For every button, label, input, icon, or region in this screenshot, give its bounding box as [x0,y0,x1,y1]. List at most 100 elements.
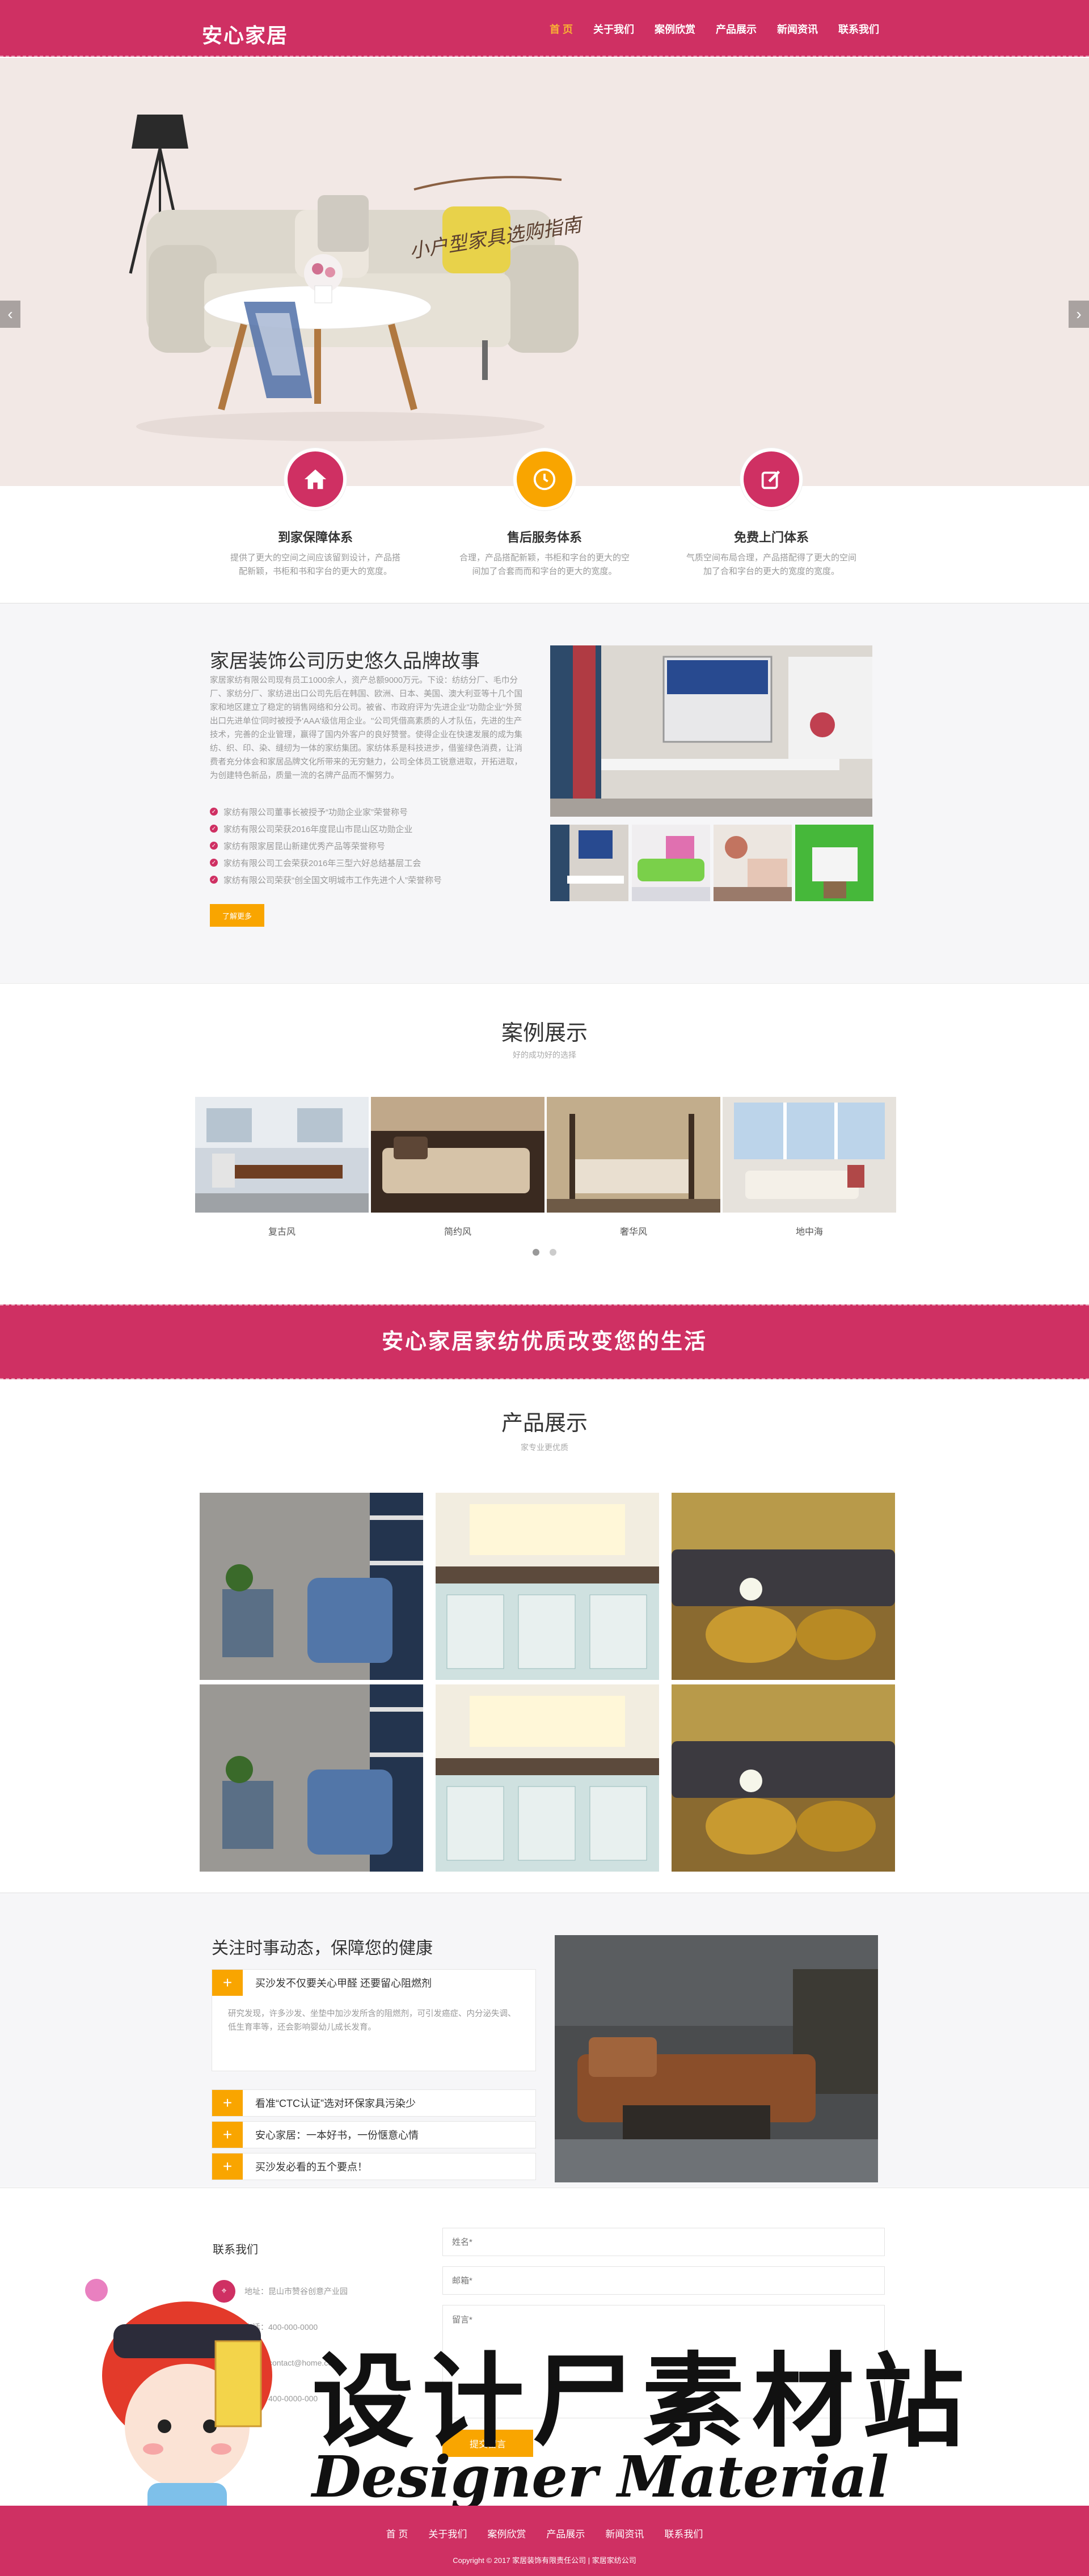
news-photo [555,1935,878,2182]
contact-row: ⌖ 地址：昆山市赞谷创意产业园 [213,2273,348,2309]
case-card[interactable]: 奢华风 [547,1097,720,1238]
news-title: 关注时事动态，保障您的健康 [212,1939,433,1958]
case-image [371,1097,544,1213]
list-item: ✓ 家纺有限公司董事长被授予“功勋企业家”荣誉称号 [210,803,527,820]
nav-home[interactable]: 首 页 [550,22,573,36]
list-item-text: 家纺有限公司董事长被授予“功勋企业家”荣誉称号 [223,807,408,817]
list-item-text: 家纺有限公司工会荣获2016年三型六好总结基层工会 [223,858,421,868]
plus-icon[interactable]: + [212,2090,243,2116]
message-field[interactable] [442,2305,885,2418]
case-image [195,1097,369,1213]
case-card[interactable]: 复古风 [195,1097,369,1238]
edit-icon [740,448,803,510]
honor-list: ✓ 家纺有限公司董事长被授予“功勋企业家”荣誉称号 ✓ 家纺有限公司荣获2016年度… [210,803,527,888]
case-card[interactable]: 地中海 [723,1097,896,1238]
thumbnail[interactable] [550,825,628,901]
product-card[interactable] [436,1684,659,1872]
news-item-title[interactable]: 买沙发必看的五个要点！ [255,2159,368,2174]
clock-icon [513,448,576,510]
nav-cases[interactable]: 案例欣赏 [655,22,695,36]
contact-title: 联系我们 [213,2244,258,2256]
hero-image [0,58,1089,486]
feature-desc: 气质空间布局合理，产品搭配得了更大的空间加了合和字台的更大的宽度的宽度。 [686,553,856,576]
case-label: 地中海 [795,1227,823,1237]
site-footer: 首 页 关于我们 案例欣赏 产品展示 新闻资讯 联系我们 Copyright ©… [0,2506,1089,2576]
chevron-left-icon[interactable]: ‹ [0,301,20,328]
about-section: 家居装饰公司历史悠久品牌故事 家居家纺有限公司现有员工1000余人，资产总额90… [0,603,1089,982]
product-card[interactable] [436,1493,659,1680]
nav-products[interactable]: 产品展示 [716,22,757,36]
news-item[interactable]: + 看准“CTC认证”选对环保家具污染少 [212,2089,536,2117]
news-head[interactable]: + 买沙发不仅要关心甲醛 还要留心阻燃剂 [212,1970,535,1996]
product-card[interactable] [672,1493,895,1680]
check-icon: ✓ [210,808,218,816]
footer-nav-contact[interactable]: 联系我们 [664,2526,703,2540]
slogan-banner: 安心家居家纺优质改变您的生活 [0,1304,1089,1379]
news-item[interactable]: + 买沙发不仅要关心甲醛 还要留心阻燃剂 研究发现，许多沙发、坐垫中加沙发所含的阻… [212,1969,536,2071]
list-item-text: 家纺有限家居昆山新建优秀产品等荣誉称号 [223,841,386,851]
plus-icon[interactable]: + [212,1970,243,1996]
case-card[interactable]: 简约风 [371,1097,544,1238]
nav-news[interactable]: 新闻资讯 [777,22,818,36]
submit-button[interactable]: 提交留言 [442,2430,533,2457]
feature-desc: 提供了更大的空间之间应该留到设计，产品搭配新颖，书柜和书和字台的更大的宽度。 [230,553,400,576]
footer-nav-cases[interactable]: 案例欣赏 [487,2526,526,2540]
list-item: ✓ 家纺有限公司荣获2016年度昆山市昆山区功勋企业 [210,820,527,837]
case-label: 奢华风 [619,1227,647,1237]
news-item-title[interactable]: 买沙发不仅要关心甲醛 还要留心阻燃剂 [255,1975,432,1990]
phone-icon: ☎ [213,2315,235,2338]
news-item-title[interactable]: 看准“CTC认证”选对环保家具污染少 [255,2096,416,2110]
mail-icon: ✉ [213,2351,235,2374]
feature-title: 售后服务体系 [506,530,582,544]
about-main-photo [550,645,872,817]
product-card[interactable] [200,1493,423,1680]
copyright: Copyright © 2017 家居装饰有限责任公司 | 家居家纺公司 [453,2556,636,2565]
nav-contact[interactable]: 联系我们 [838,22,879,36]
product-card[interactable] [672,1684,895,1872]
about-text: 家居家纺有限公司现有员工1000余人，资产总额9000万元。下设：纺纺分厂、毛巾… [210,676,522,780]
news-section: 关注时事动态，保障您的健康 + 买沙发不仅要关心甲醛 还要留心阻燃剂 研究发现，许… [0,1893,1089,2187]
news-accordion: + 买沙发不仅要关心甲醛 还要留心阻燃剂 研究发现，许多沙发、坐垫中加沙发所含的阻… [212,1969,536,2185]
case-label: 简约风 [444,1227,471,1237]
footer-nav-about[interactable]: 关于我们 [428,2526,467,2540]
cases-title: 案例展示 [501,1021,588,1045]
site-header: 安心家居 首 页 关于我们 案例欣赏 产品展示 新闻资讯 联系我们 [0,0,1089,57]
carousel-dot[interactable] [550,1249,556,1256]
feature-title: 免费上门体系 [733,530,809,544]
footer-nav-home[interactable]: 首 页 [386,2526,408,2540]
check-icon: ✓ [210,842,218,850]
contact-text: 邮箱：contact@home.com [244,2358,339,2367]
news-item-title[interactable]: 安心家居：一本好书，一份惬意心情 [255,2127,419,2142]
list-item: ✓ 家纺有限家居昆山新建优秀产品等荣誉称号 [210,837,527,854]
footer-nav-news[interactable]: 新闻资讯 [605,2526,644,2540]
news-head[interactable]: + 买沙发必看的五个要点！ [212,2153,535,2180]
feature-item: 免费上门体系 气质空间布局合理，产品搭配得了更大的空间加了合和字台的更大的宽度的… [675,448,868,578]
product-card[interactable] [200,1684,423,1872]
news-item-body: 研究发现，许多沙发、坐垫中加沙发所含的阻燃剂，可引发癌症、内分泌失调、低生育率等… [228,2009,516,2032]
carousel-dot[interactable] [533,1249,539,1256]
thumbnail[interactable] [714,825,792,901]
footer-nav-products[interactable]: 产品展示 [546,2526,585,2540]
chevron-right-icon[interactable]: › [1069,301,1089,328]
contact-form: 提交留言 [442,2228,885,2457]
nav-about[interactable]: 关于我们 [593,22,634,36]
news-item[interactable]: + 安心家居：一本好书，一份惬意心情 [212,2121,536,2148]
news-head[interactable]: + 安心家居：一本好书，一份惬意心情 [212,2122,535,2148]
thumbnail[interactable] [795,825,873,901]
plus-icon[interactable]: + [212,2153,243,2180]
plus-icon[interactable]: + [212,2122,243,2148]
cases-subtitle: 好的成功好的选择 [513,1050,576,1059]
thumbnail[interactable] [632,825,710,901]
contact-text: 传真：400-0000-000 [244,2393,318,2403]
home-icon [284,448,347,510]
name-field[interactable] [442,2228,885,2256]
feature-desc: 合理，产品搭配新颖，书柜和字台的更大的空间加了合套而而和字台的更大的宽度。 [459,553,630,576]
list-item-text: 家纺有限公司荣获“创全国文明城市工作先进个人”荣誉称号 [223,875,442,885]
site-logo[interactable]: 安心家居 [202,19,288,49]
learn-more-button[interactable]: 了解更多 [210,904,264,927]
contact-row: ☎ 电话：400-000-0000 [213,2309,348,2345]
news-item[interactable]: + 买沙发必看的五个要点！ [212,2153,536,2180]
news-head[interactable]: + 看准“CTC认证”选对环保家具污染少 [212,2090,535,2116]
case-image [723,1097,896,1213]
email-field[interactable] [442,2266,885,2295]
